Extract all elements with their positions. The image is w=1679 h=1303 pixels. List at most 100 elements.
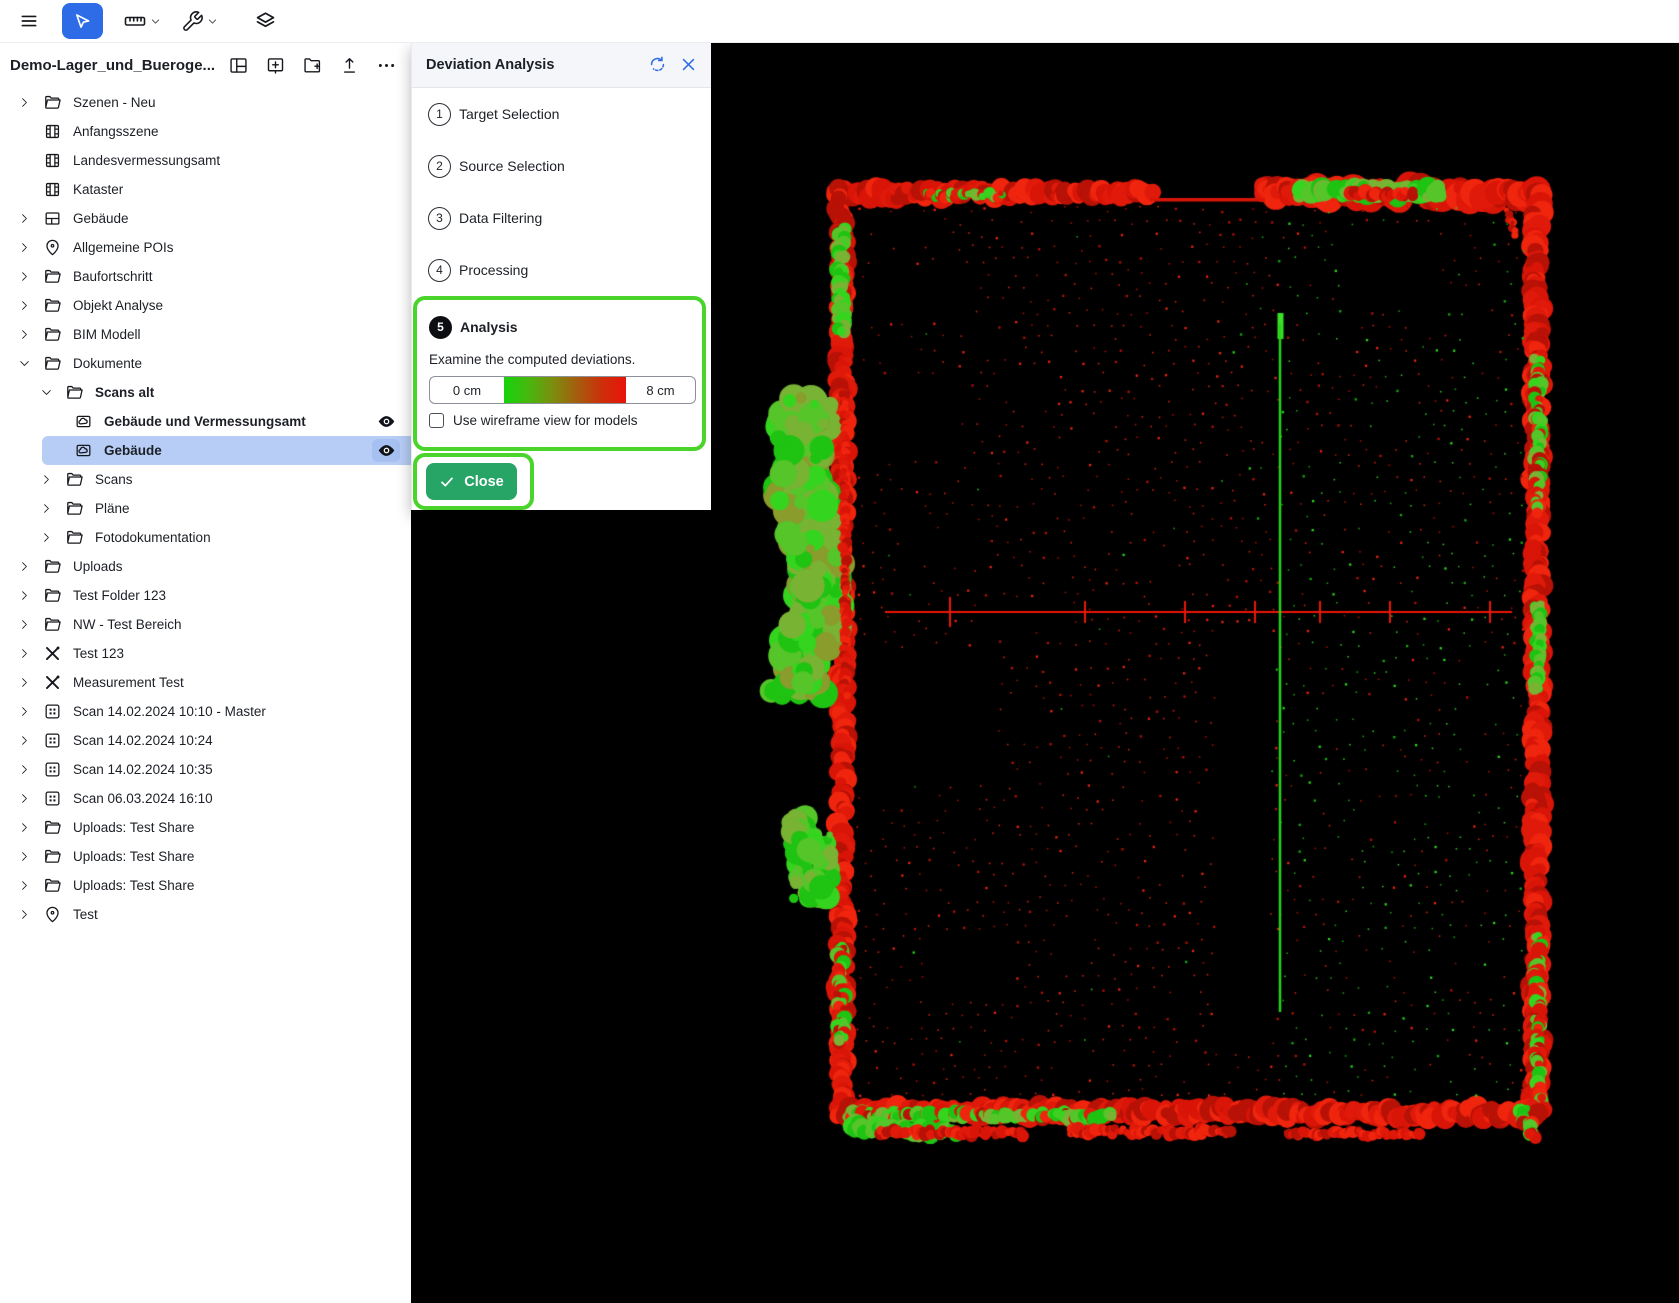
tree-item-allgemeine-pois[interactable]: Allgemeine POIs (0, 233, 411, 262)
chevron-right-icon[interactable] (18, 734, 31, 747)
tree-item-szenen-neu[interactable]: Szenen - Neu (0, 88, 411, 117)
tree-item-scan-06-03-2024-16-10[interactable]: Scan 06.03.2024 16:10 (0, 784, 411, 813)
tree-item-label: Landesvermessungsamt (73, 153, 220, 168)
chevron-right-icon[interactable] (18, 299, 31, 312)
wrench-icon (181, 10, 204, 33)
close-button[interactable]: Close (426, 463, 517, 500)
visibility-eye-icon[interactable] (372, 410, 400, 433)
tree-item-anfangsszene[interactable]: Anfangsszene (0, 117, 411, 146)
pointcloud-icon (74, 412, 93, 431)
pointcloud-icon (74, 441, 93, 460)
chevron-right-icon[interactable] (40, 473, 53, 486)
chevron-right-icon[interactable] (40, 531, 53, 544)
pointer-tool-button[interactable] (62, 3, 103, 39)
chevron-right-icon[interactable] (18, 618, 31, 631)
upload-icon[interactable] (338, 54, 360, 76)
scan-icon (43, 731, 62, 750)
chevron-right-icon[interactable] (18, 908, 31, 921)
tree-item-nw-test-bereich[interactable]: NW - Test Bereich (0, 610, 411, 639)
tree-item-pl-ne[interactable]: Pläne (0, 494, 411, 523)
tree-item-test-123[interactable]: Test 123 (0, 639, 411, 668)
tools-dropdown[interactable] (181, 10, 218, 33)
chevron-right-icon[interactable] (18, 96, 31, 109)
tree-item-fotodokumentation[interactable]: Fotodokumentation (0, 523, 411, 552)
layers-icon[interactable] (254, 10, 277, 33)
menu-icon[interactable] (19, 11, 39, 31)
tree-item-objekt-analyse[interactable]: Objekt Analyse (0, 291, 411, 320)
visibility-eye-icon[interactable] (372, 439, 400, 462)
chevron-right-icon[interactable] (18, 705, 31, 718)
step-source-selection: 2 Source Selection (412, 140, 711, 192)
chevron-right-icon[interactable] (18, 821, 31, 834)
chevron-right-icon[interactable] (18, 850, 31, 863)
chevron-right-icon[interactable] (18, 328, 31, 341)
tree-item-scan-14-02-2024-10-10-master[interactable]: Scan 14.02.2024 10:10 - Master (0, 697, 411, 726)
tree-item-bim-modell[interactable]: BIM Modell (0, 320, 411, 349)
tree-item-uploads-test-share[interactable]: Uploads: Test Share (0, 871, 411, 900)
tree-item-uploads[interactable]: Uploads (0, 552, 411, 581)
chevron-right-icon[interactable] (18, 676, 31, 689)
tree-item-label: Pläne (95, 501, 130, 516)
tree-item-label: Dokumente (73, 356, 142, 371)
measure-tool-dropdown[interactable] (123, 9, 161, 33)
top-toolbar (0, 0, 1679, 43)
tree-item-baufortschritt[interactable]: Baufortschritt (0, 262, 411, 291)
tree-item-label: Scan 14.02.2024 10:35 (73, 762, 213, 777)
tree-item-kataster[interactable]: Kataster (0, 175, 411, 204)
chevron-down-icon (207, 16, 218, 27)
chevron-down-icon[interactable] (18, 357, 31, 370)
chevron-right-icon[interactable] (18, 647, 31, 660)
chevron-right-icon[interactable] (18, 560, 31, 573)
tree-item-geb-ude[interactable]: Gebäude (0, 436, 411, 465)
tree-item-label: Uploads: Test Share (73, 878, 194, 893)
chevron-right-icon[interactable] (18, 879, 31, 892)
wireframe-checkbox[interactable] (429, 413, 444, 428)
tree-item-uploads-test-share[interactable]: Uploads: Test Share (0, 813, 411, 842)
tree-item-label: BIM Modell (73, 327, 141, 342)
tree-item-landesvermessungsamt[interactable]: Landesvermessungsamt (0, 146, 411, 175)
tree-item-scans[interactable]: Scans (0, 465, 411, 494)
tree-item-label: Baufortschritt (73, 269, 153, 284)
chevron-right-icon[interactable] (18, 212, 31, 225)
tree-item-label: Gebäude (104, 443, 162, 458)
scan-icon (43, 789, 62, 808)
folder-icon (43, 267, 62, 286)
tree-item-label: Scan 14.02.2024 10:10 - Master (73, 704, 266, 719)
tree-item-label: Szenen - Neu (73, 95, 156, 110)
deviation-scale-bar: 0 cm 8 cm (429, 376, 696, 404)
tree-item-label: Uploads: Test Share (73, 820, 194, 835)
tree-item-label: Kataster (73, 182, 123, 197)
close-panel-icon[interactable] (680, 56, 697, 73)
tree-item-uploads-test-share[interactable]: Uploads: Test Share (0, 842, 411, 871)
close-button-highlight: Close (413, 453, 534, 510)
step-label: Data Filtering (459, 210, 542, 226)
scale-max-label: 8 cm (626, 377, 695, 403)
refresh-icon[interactable] (648, 55, 667, 74)
tree-item-scan-14-02-2024-10-35[interactable]: Scan 14.02.2024 10:35 (0, 755, 411, 784)
tree-item-test-folder-123[interactable]: Test Folder 123 (0, 581, 411, 610)
tree-item-scans-alt[interactable]: Scans alt (0, 378, 411, 407)
tree-item-geb-ude[interactable]: Gebäude (0, 204, 411, 233)
step-number: 5 (429, 316, 452, 339)
more-options-icon[interactable] (375, 54, 397, 76)
chevron-right-icon[interactable] (40, 502, 53, 515)
chevron-right-icon[interactable] (18, 792, 31, 805)
tree-item-test[interactable]: Test (0, 900, 411, 929)
tree-item-geb-ude-und-vermessungsamt[interactable]: Gebäude und Vermessungsamt (0, 407, 411, 436)
folder-icon (65, 470, 84, 489)
tree-item-scan-14-02-2024-10-24[interactable]: Scan 14.02.2024 10:24 (0, 726, 411, 755)
tree-item-measurement-test[interactable]: Measurement Test (0, 668, 411, 697)
add-folder-icon[interactable] (301, 54, 323, 76)
chevron-right-icon[interactable] (18, 763, 31, 776)
step-label: Source Selection (459, 158, 565, 174)
pin-icon (43, 238, 62, 257)
tree-item-dokumente[interactable]: Dokumente (0, 349, 411, 378)
chevron-right-icon[interactable] (18, 241, 31, 254)
layout-grid-icon[interactable] (227, 54, 249, 76)
chevron-right-icon[interactable] (18, 589, 31, 602)
folder-icon (65, 528, 84, 547)
chevron-down-icon[interactable] (40, 386, 53, 399)
chevron-right-icon[interactable] (18, 270, 31, 283)
add-scene-icon[interactable] (264, 54, 286, 76)
chevron-down-icon (150, 16, 161, 27)
